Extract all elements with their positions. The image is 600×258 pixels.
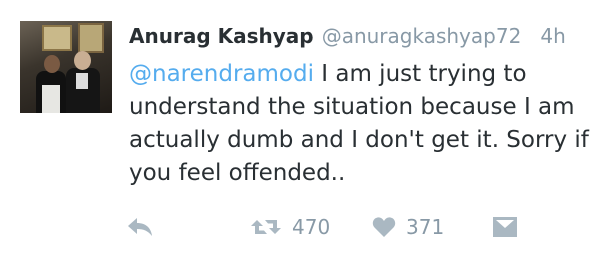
avatar-painting-left <box>42 25 72 51</box>
reply-button[interactable] <box>126 207 154 247</box>
avatar-painting-right <box>78 23 104 53</box>
tweet-card: Anurag Kashyap @anuragkashyap72 4h @nare… <box>0 0 600 258</box>
avatar-person-left-head <box>44 55 60 73</box>
avatar-person-right-head <box>74 51 91 70</box>
heart-icon <box>372 217 396 237</box>
avatar-person-left-shirt <box>42 85 60 113</box>
like-button[interactable]: 371 <box>372 207 444 247</box>
retweet-count: 470 <box>292 215 331 239</box>
reply-icon <box>128 218 152 236</box>
retweet-icon <box>251 220 281 234</box>
dm-icon <box>493 217 517 237</box>
dm-button[interactable] <box>492 207 518 247</box>
action-bar: 470 371 <box>0 207 600 247</box>
tweet-header: Anurag Kashyap @anuragkashyap72 4h <box>129 23 566 51</box>
mention-link[interactable]: @narendramodi <box>129 61 314 87</box>
avatar-person-right-shirt <box>76 73 88 89</box>
retweet-button[interactable]: 470 <box>250 207 330 247</box>
display-name[interactable]: Anurag Kashyap <box>129 24 314 48</box>
avatar[interactable] <box>20 21 112 113</box>
tweet-text: @narendramodi I am just trying to unders… <box>129 58 589 190</box>
timestamp[interactable]: 4h <box>540 24 565 48</box>
user-handle[interactable]: @anuragkashyap72 <box>322 24 522 48</box>
like-count: 371 <box>406 215 445 239</box>
